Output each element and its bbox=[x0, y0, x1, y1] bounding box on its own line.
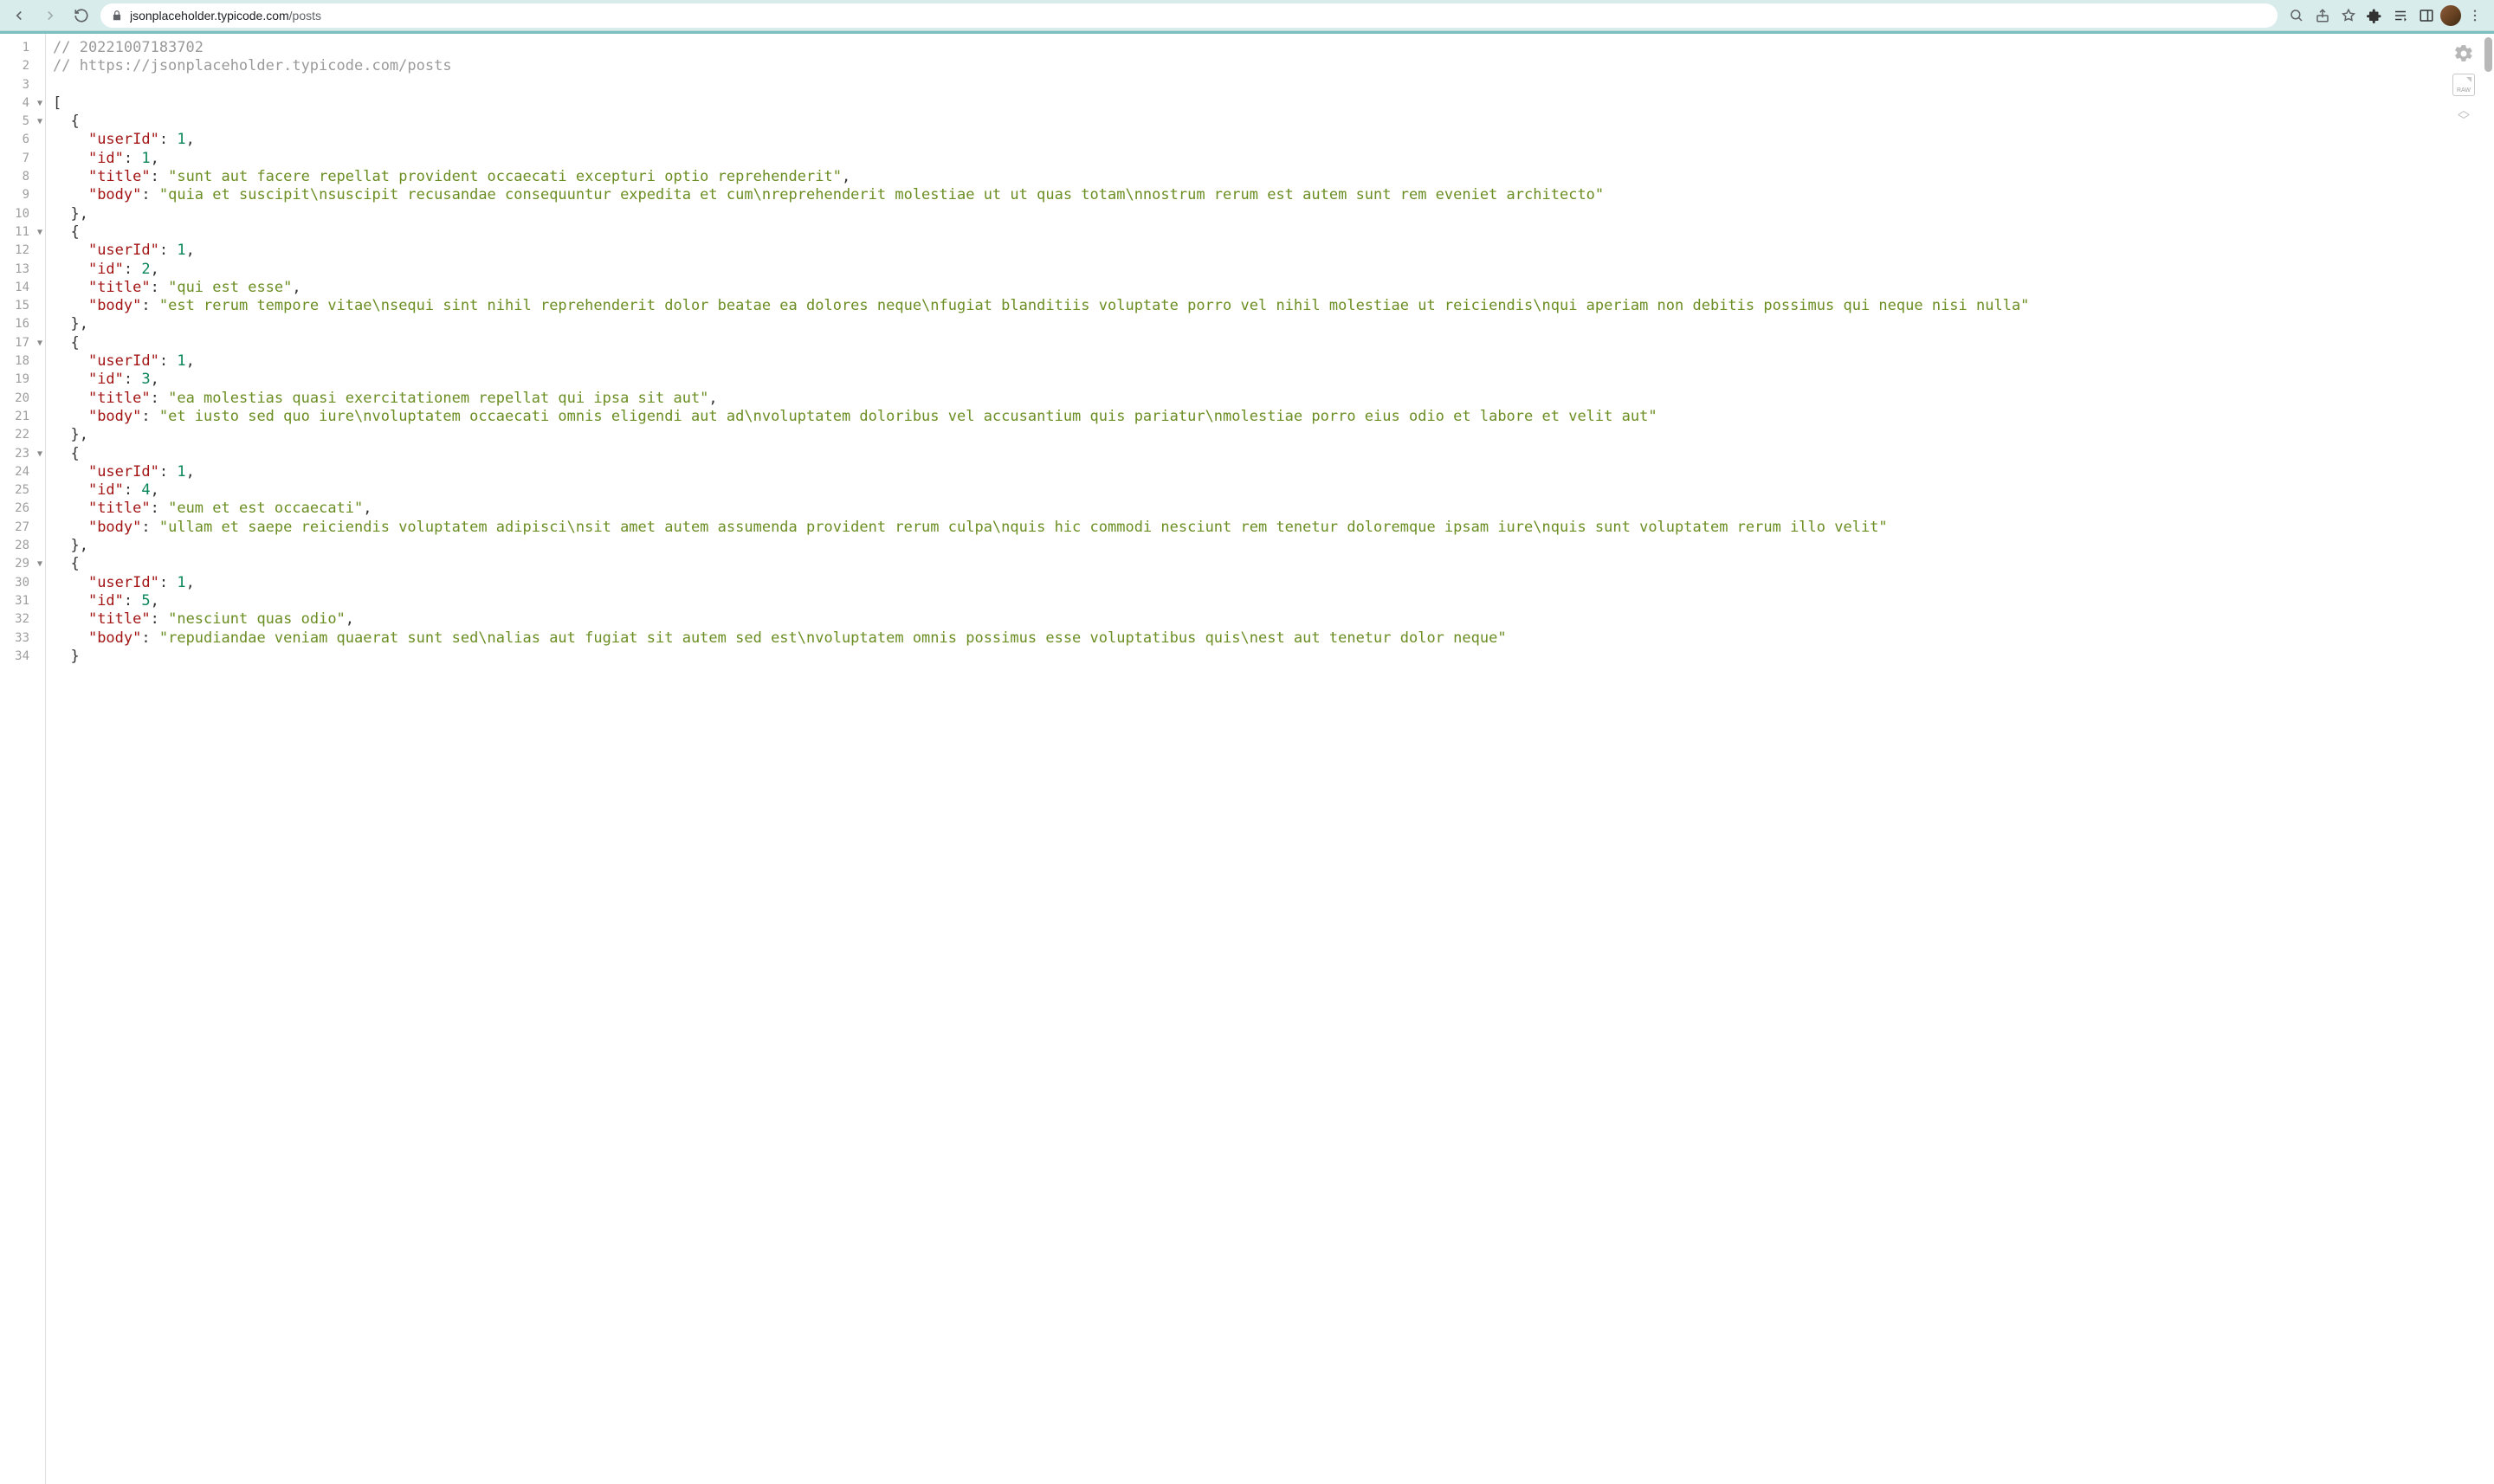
code-line: "userId": 1, bbox=[53, 352, 2494, 371]
code-line: }, bbox=[53, 537, 2494, 555]
code-line: "title": "eum et est occaecati", bbox=[53, 500, 2494, 518]
code-line: "body": "quia et suscipit\nsuscipit recu… bbox=[53, 186, 2494, 204]
back-button[interactable] bbox=[7, 3, 31, 28]
lock-icon bbox=[111, 10, 123, 22]
code-line: "title": "ea molestias quasi exercitatio… bbox=[53, 390, 2494, 408]
code-line: "body": "ullam et saepe reiciendis volup… bbox=[53, 519, 2494, 537]
code-line: "userId": 1, bbox=[53, 131, 2494, 149]
code-line: "id": 1, bbox=[53, 150, 2494, 168]
code-line: "title": "qui est esse", bbox=[53, 279, 2494, 297]
code-line: }, bbox=[53, 426, 2494, 444]
share-icon[interactable] bbox=[2310, 3, 2335, 28]
json-viewer[interactable]: 1234▼5▼67891011▼121314151617▼18192021222… bbox=[0, 34, 2494, 1484]
raw-toggle-icon[interactable]: RAW bbox=[2452, 74, 2475, 96]
code-line: "userId": 1, bbox=[53, 574, 2494, 592]
browser-toolbar: jsonplaceholder.typicode.com/posts bbox=[0, 0, 2494, 31]
code-line: "userId": 1, bbox=[53, 463, 2494, 481]
line-number-gutter: 1234▼5▼67891011▼121314151617▼18192021222… bbox=[0, 34, 46, 1484]
bookmark-star-icon[interactable] bbox=[2336, 3, 2361, 28]
code-line: { bbox=[53, 555, 2494, 573]
code-line: { bbox=[53, 223, 2494, 242]
code-lines[interactable]: // 20221007183702// https://jsonplacehol… bbox=[46, 34, 2494, 1484]
code-line: [ bbox=[53, 94, 2494, 113]
code-line: { bbox=[53, 113, 2494, 131]
code-line: "body": "est rerum tempore vitae\nsequi … bbox=[53, 297, 2494, 315]
kebab-menu-icon[interactable] bbox=[2463, 3, 2487, 28]
side-panel-icon[interactable] bbox=[2414, 3, 2439, 28]
reload-button[interactable] bbox=[69, 3, 94, 28]
next-item-icon[interactable]: ﹀ bbox=[2458, 115, 2470, 126]
code-line: "id": 4, bbox=[53, 481, 2494, 500]
url-text: jsonplaceholder.typicode.com/posts bbox=[130, 9, 321, 23]
scrollbar-thumb[interactable] bbox=[2484, 37, 2492, 72]
code-line: // 20221007183702 bbox=[53, 39, 2494, 57]
viewer-tools: RAW ︿ ﹀ bbox=[2452, 42, 2475, 126]
code-line: } bbox=[53, 648, 2494, 666]
code-line: "userId": 1, bbox=[53, 242, 2494, 260]
code-line: "title": "sunt aut facere repellat provi… bbox=[53, 168, 2494, 186]
code-line: "id": 2, bbox=[53, 261, 2494, 279]
profile-avatar[interactable] bbox=[2440, 5, 2461, 26]
code-line: { bbox=[53, 445, 2494, 463]
code-line: "id": 5, bbox=[53, 592, 2494, 610]
reading-list-icon[interactable] bbox=[2388, 3, 2413, 28]
page-content: 1234▼5▼67891011▼121314151617▼18192021222… bbox=[0, 34, 2494, 1484]
zoom-icon[interactable] bbox=[2284, 3, 2309, 28]
code-line: // https://jsonplaceholder.typicode.com/… bbox=[53, 57, 2494, 75]
code-line: }, bbox=[53, 205, 2494, 223]
gear-icon[interactable] bbox=[2452, 42, 2475, 65]
code-line bbox=[53, 76, 2494, 94]
code-line: }, bbox=[53, 315, 2494, 333]
code-line: "body": "et iusto sed quo iure\nvoluptat… bbox=[53, 408, 2494, 426]
code-line: "title": "nesciunt quas odio", bbox=[53, 610, 2494, 629]
address-bar[interactable]: jsonplaceholder.typicode.com/posts bbox=[100, 3, 2278, 28]
code-line: { bbox=[53, 334, 2494, 352]
code-line: "id": 3, bbox=[53, 371, 2494, 389]
extensions-icon[interactable] bbox=[2362, 3, 2387, 28]
code-line: "body": "repudiandae veniam quaerat sunt… bbox=[53, 629, 2494, 648]
forward-button[interactable] bbox=[38, 3, 62, 28]
